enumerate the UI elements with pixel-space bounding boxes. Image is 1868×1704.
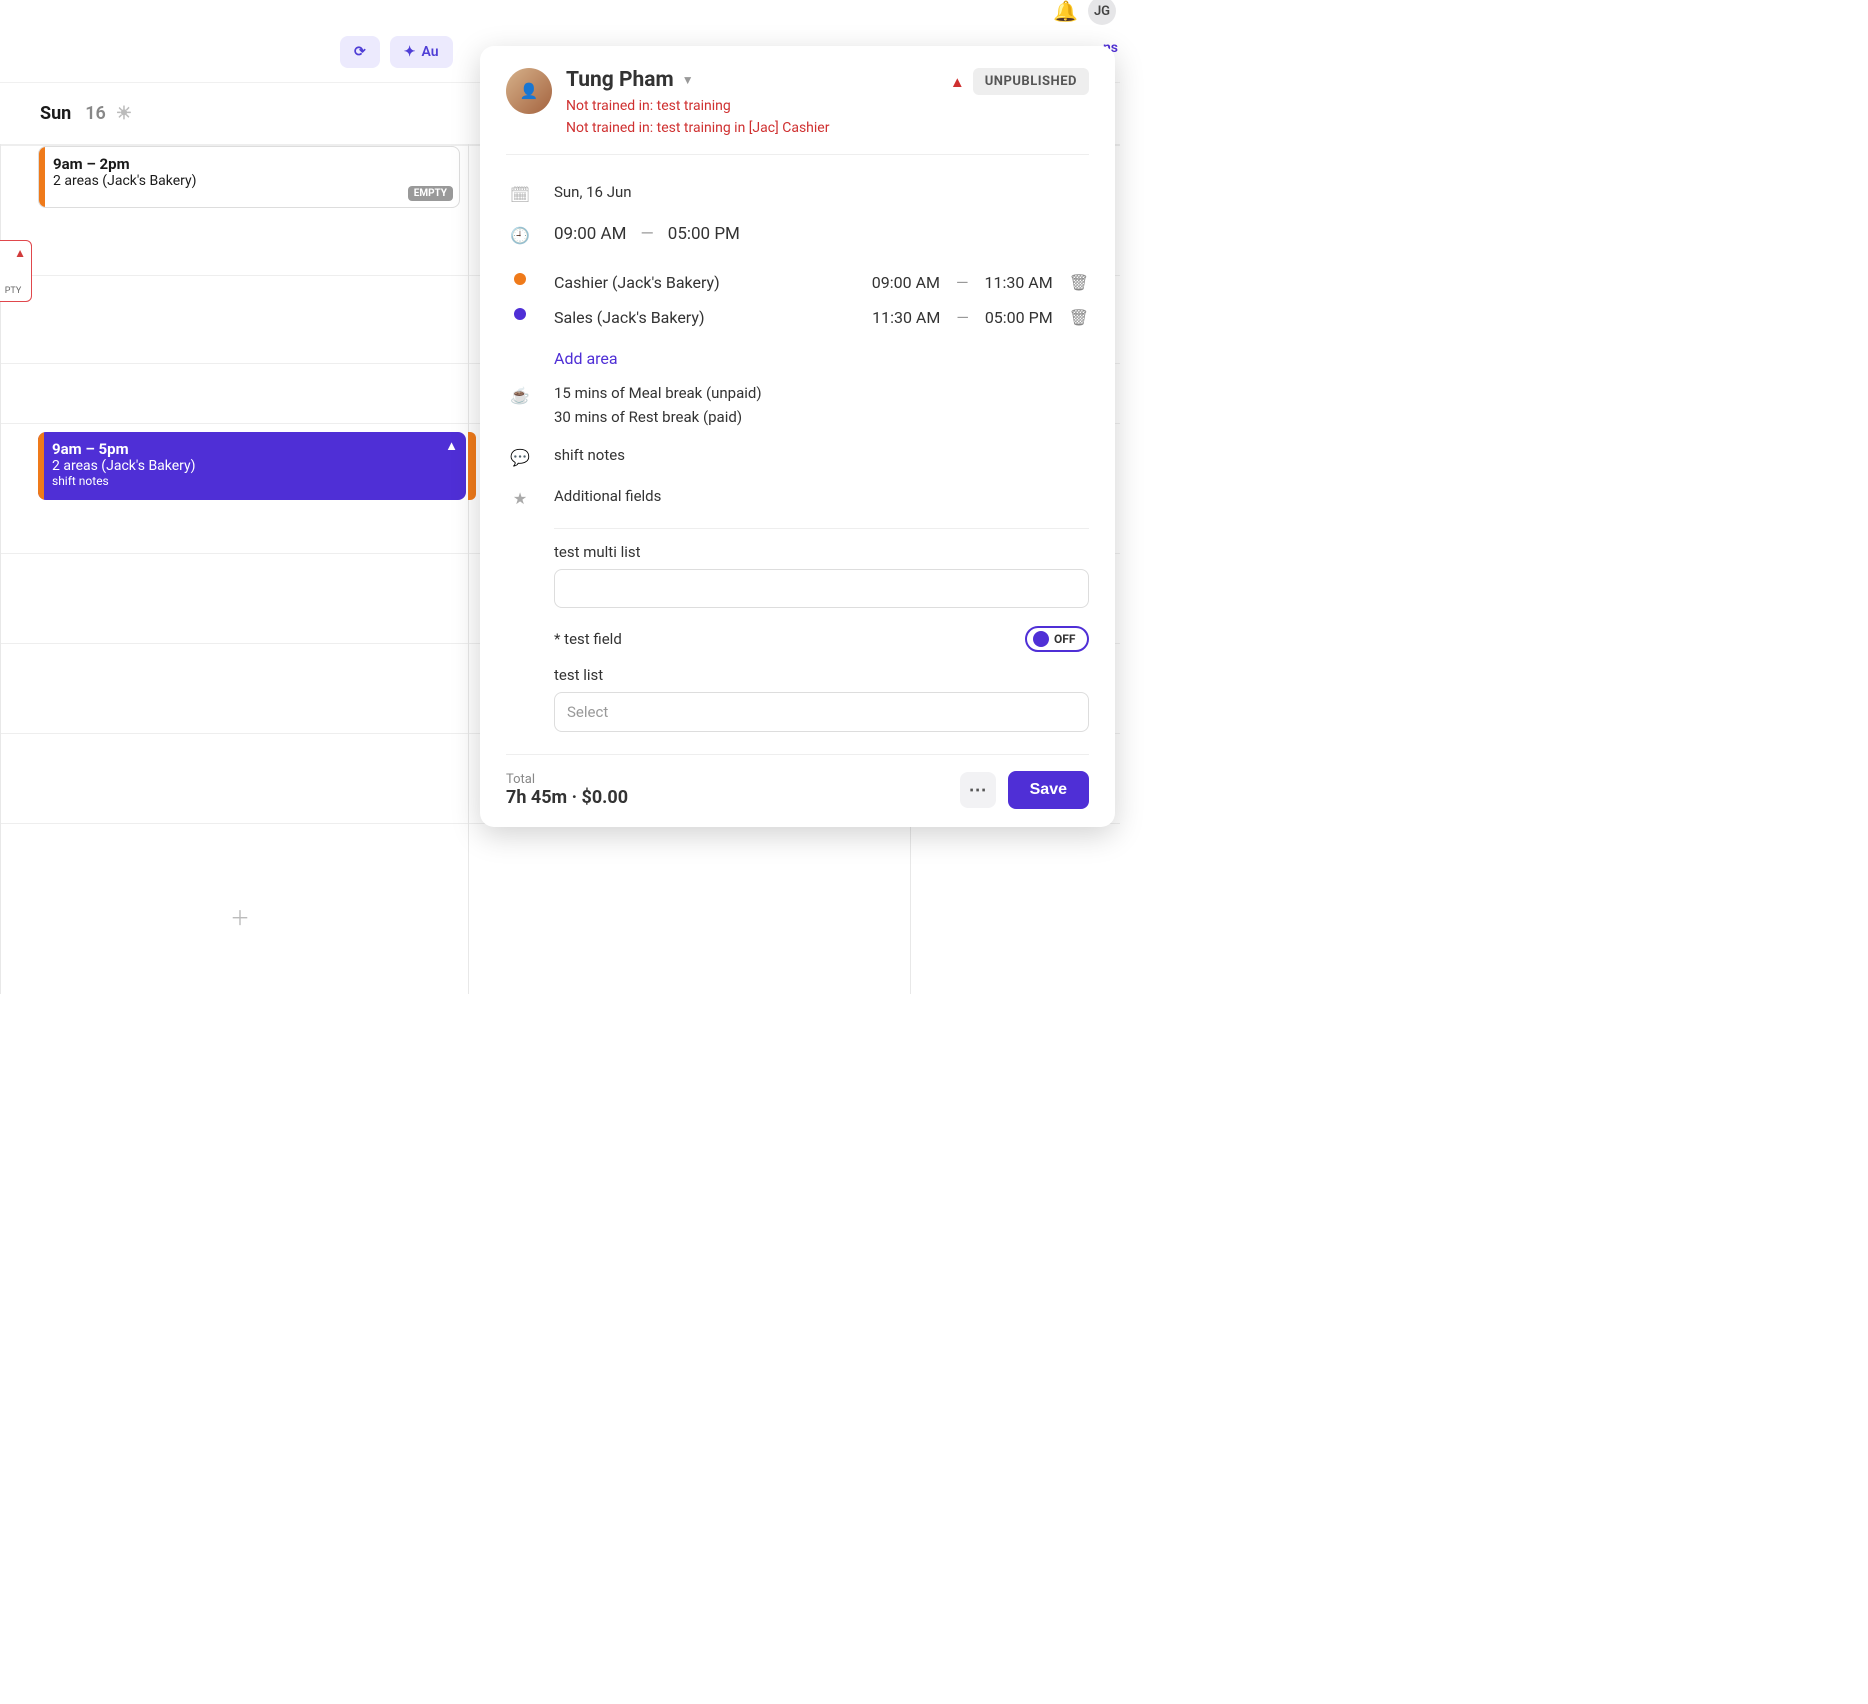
shift-notes[interactable]: shift notes xyxy=(554,446,1089,464)
area-color-dot xyxy=(514,273,526,285)
dash-separator: — xyxy=(956,273,969,292)
shift-detail-panel: 👤 Tung Pham ▼ Not trained in: test train… xyxy=(480,46,1115,827)
shift-card-active[interactable]: ▲ 9am – 5pm 2 areas (Jack's Bakery) shif… xyxy=(38,432,466,500)
shift-subtitle: 2 areas (Jack's Bakery) xyxy=(53,173,449,189)
shift-card-stacked-indicator xyxy=(468,432,476,500)
total-value: 7h 45m · $0.00 xyxy=(506,787,628,808)
calendar-icon xyxy=(506,183,534,204)
empty-badge: EMPTY xyxy=(408,186,453,201)
shift-notes-preview: shift notes xyxy=(52,474,456,488)
break-line[interactable]: 15 mins of Meal break (unpaid) xyxy=(554,384,1089,402)
toggle-knob xyxy=(1033,631,1049,647)
field-label-toggle: * test field xyxy=(554,630,622,648)
avatar-initials-text: JG xyxy=(1094,4,1110,19)
notifications-icon[interactable]: 🔔 xyxy=(1053,0,1078,23)
notes-icon xyxy=(506,446,534,467)
sparkle-icon: ✦ xyxy=(404,44,416,60)
more-actions-button[interactable]: ⋯ xyxy=(960,772,996,808)
weather-sun-icon: ☀ xyxy=(116,103,132,124)
area-end-time[interactable]: 11:30 AM xyxy=(984,273,1052,292)
area-start-time[interactable]: 09:00 AM xyxy=(872,273,940,292)
training-warning: Not trained in: test training in [Jac] C… xyxy=(566,120,936,136)
empty-badge: PTY xyxy=(5,286,22,296)
test-field-toggle[interactable]: OFF xyxy=(1025,626,1089,652)
employee-picker[interactable]: Tung Pham ▼ xyxy=(566,68,936,92)
area-name[interactable]: Cashier (Jack's Bakery) xyxy=(554,273,856,292)
auto-button[interactable]: ✦ Au xyxy=(390,36,453,68)
area-name[interactable]: Sales (Jack's Bakery) xyxy=(554,308,856,327)
area-color-dot xyxy=(514,308,526,320)
day-label: Sun xyxy=(40,103,71,124)
toggle-state-text: OFF xyxy=(1054,632,1075,646)
training-warning: Not trained in: test training xyxy=(566,98,936,114)
additional-fields-icon xyxy=(506,487,534,508)
shift-date[interactable]: Sun, 16 Jun xyxy=(554,183,1089,201)
auto-label: Au xyxy=(421,44,438,60)
delete-area-button[interactable] xyxy=(1069,273,1089,292)
save-button[interactable]: Save xyxy=(1008,771,1089,809)
chevron-down-icon: ▼ xyxy=(682,73,694,87)
additional-fields-heading: Additional fields xyxy=(554,487,1089,505)
area-start-time[interactable]: 11:30 AM xyxy=(872,308,940,327)
employee-avatar[interactable]: 👤 xyxy=(506,68,552,114)
shift-start-time[interactable]: 09:00 AM xyxy=(554,224,626,244)
shift-time: 9am – 5pm xyxy=(52,440,456,458)
shift-card-empty[interactable]: 9am – 2pm 2 areas (Jack's Bakery) EMPTY xyxy=(38,146,460,208)
day-number: 16 xyxy=(85,103,106,124)
add-area-link[interactable]: Add area xyxy=(554,349,1089,368)
dash-separator: — xyxy=(640,224,653,244)
test-list-select[interactable]: Select xyxy=(554,692,1089,732)
warning-icon: ▲ xyxy=(950,73,965,91)
warning-icon: ▲ xyxy=(445,438,458,454)
add-shift-button[interactable]: ＋ xyxy=(230,902,250,931)
multi-list-field[interactable] xyxy=(554,569,1089,608)
employee-name: Tung Pham xyxy=(566,68,674,92)
prev-day-shift-card[interactable]: ▲ PTY xyxy=(0,240,32,302)
shift-end-time[interactable]: 05:00 PM xyxy=(668,224,740,244)
break-line[interactable]: 30 mins of Rest break (paid) xyxy=(554,408,1089,426)
shift-subtitle: 2 areas (Jack's Bakery) xyxy=(52,458,456,474)
field-label-multilist: test multi list xyxy=(554,543,1089,561)
refresh-icon: ⟳ xyxy=(354,44,366,60)
dash-separator: — xyxy=(956,308,969,327)
clock-icon xyxy=(506,224,534,245)
break-icon xyxy=(506,384,534,405)
field-label-select: test list xyxy=(554,666,1089,684)
refresh-button[interactable]: ⟳ xyxy=(340,36,380,68)
delete-area-button[interactable] xyxy=(1069,308,1089,327)
shift-time: 9am – 2pm xyxy=(53,155,449,173)
publish-status-badge[interactable]: UNPUBLISHED xyxy=(973,68,1089,95)
warning-icon: ▲ xyxy=(14,246,26,260)
total-label: Total xyxy=(506,772,628,787)
area-end-time[interactable]: 05:00 PM xyxy=(985,308,1053,327)
